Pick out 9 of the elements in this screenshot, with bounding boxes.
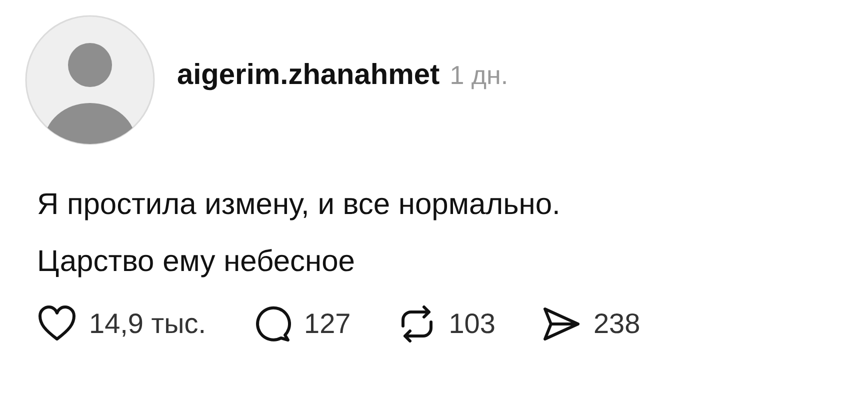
post-text: Царство ему небесное (37, 244, 356, 280)
repost-button[interactable]: 103 (396, 304, 496, 344)
post-time: 1 дн. (450, 60, 508, 90)
like-button[interactable]: 14,9 тыс. (37, 304, 206, 344)
avatar-icon[interactable] (25, 15, 155, 145)
username[interactable]: aigerim.zhanahmet (177, 58, 440, 92)
post-text: Я простила измену, и все нормально. (37, 187, 562, 223)
share-button[interactable]: 238 (541, 304, 640, 344)
comment-button[interactable]: 127 (252, 304, 351, 344)
